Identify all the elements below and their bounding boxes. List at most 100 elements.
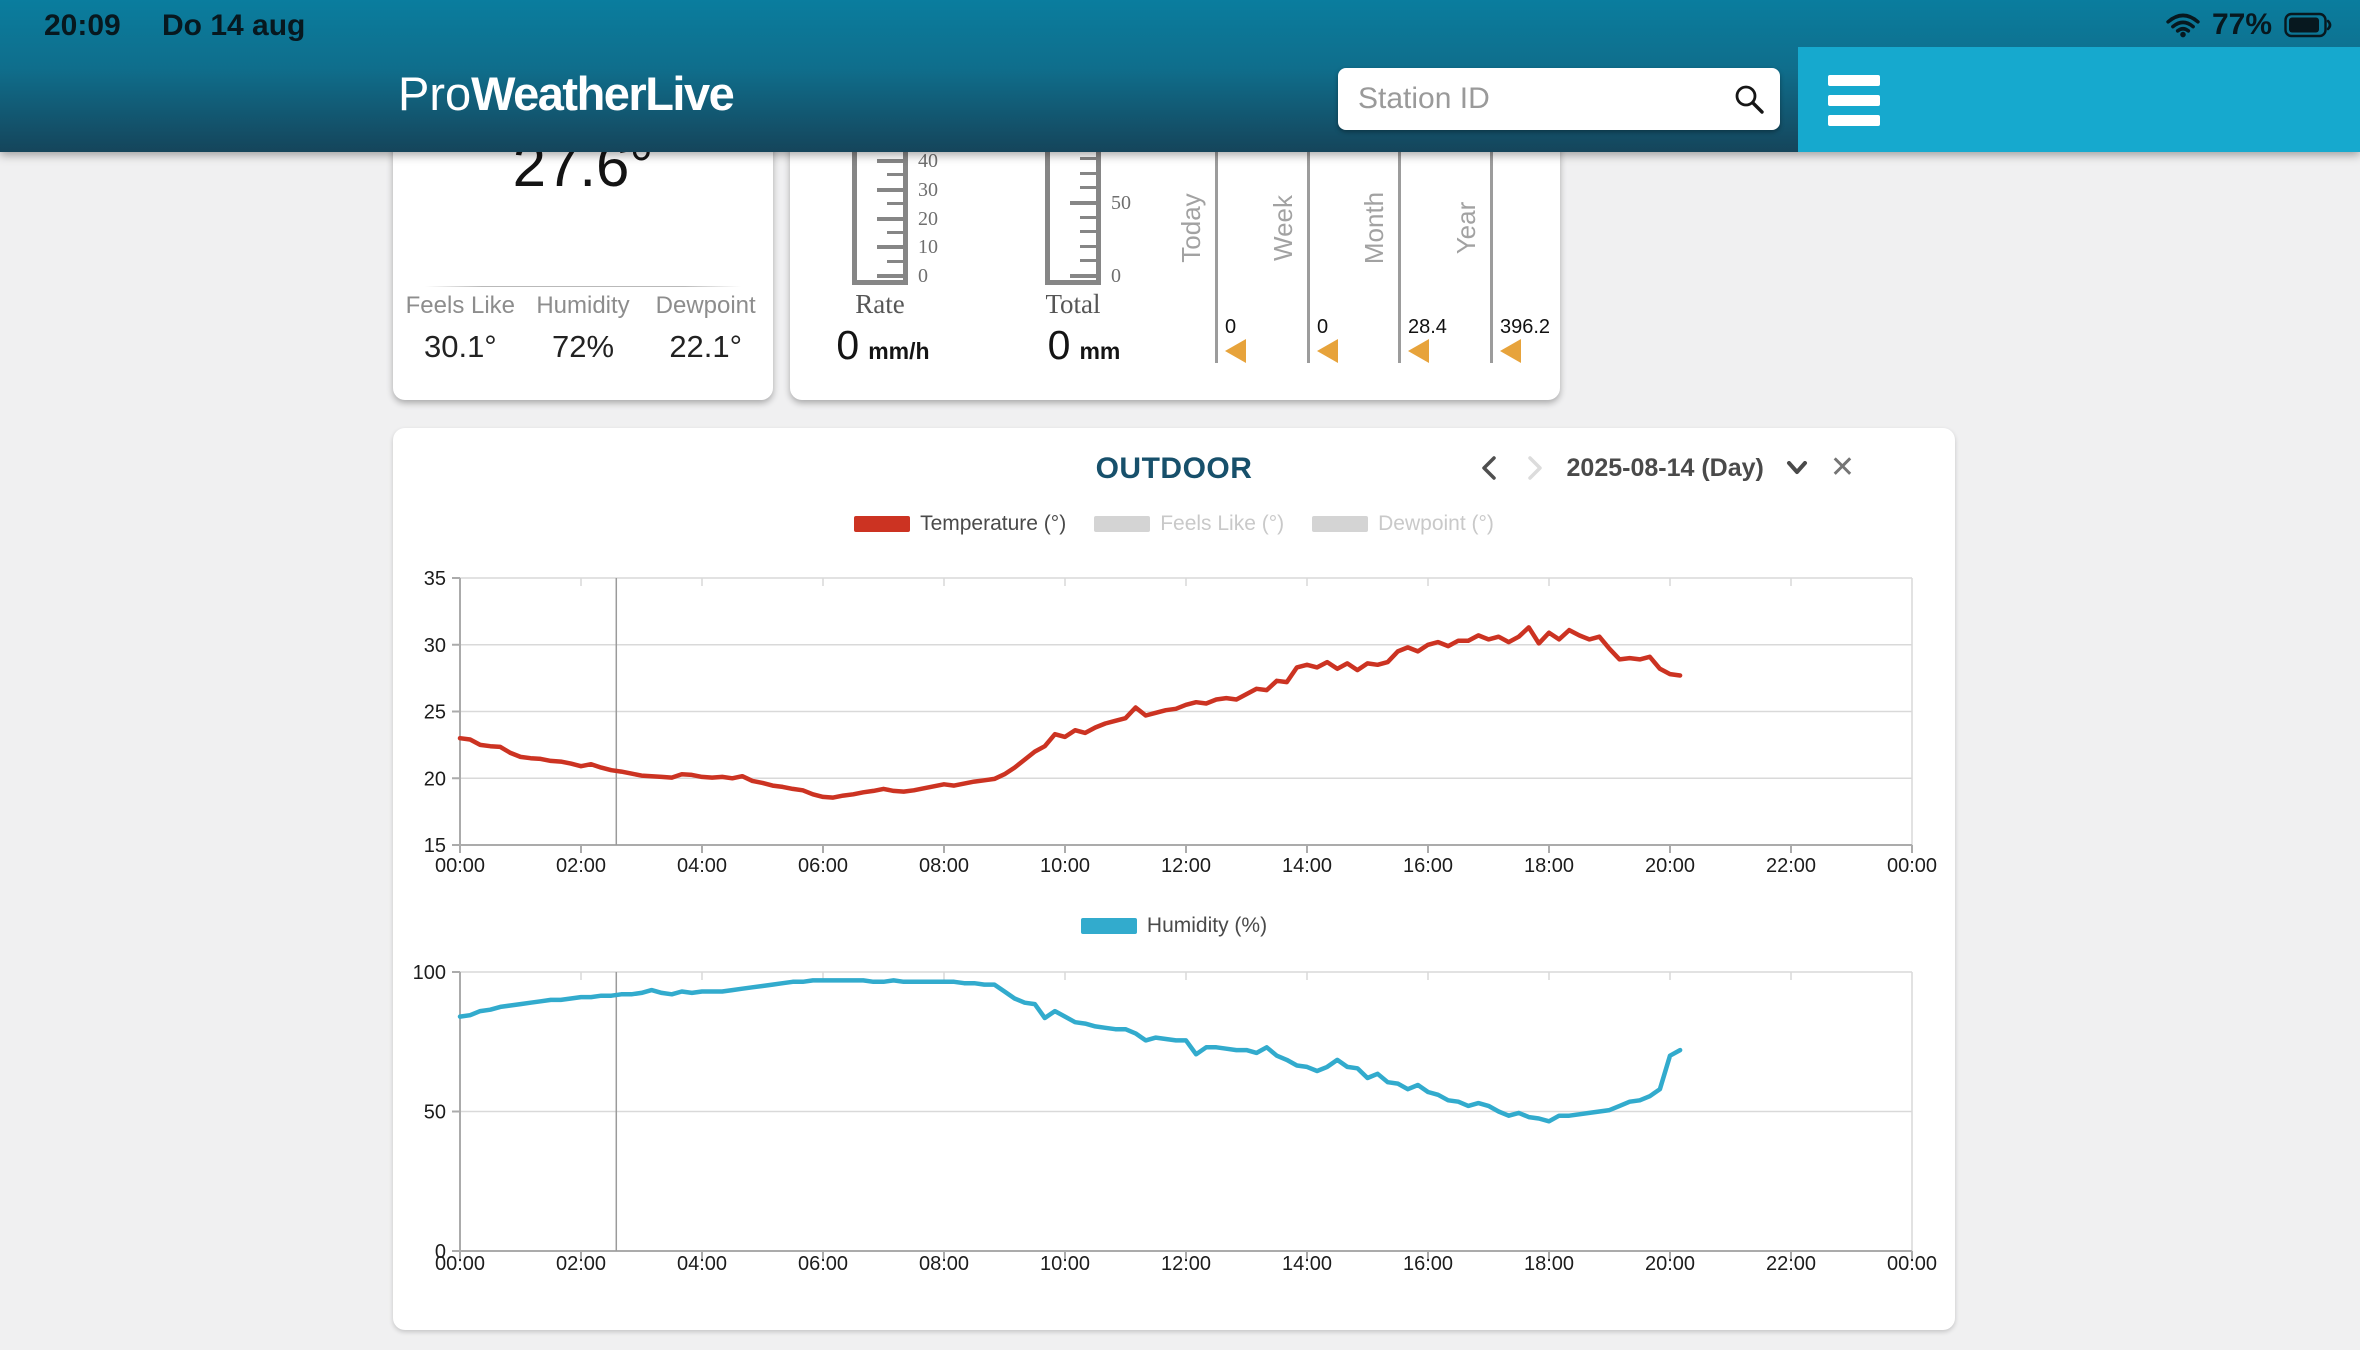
legend-label: Temperature (°) xyxy=(920,512,1066,536)
svg-text:10:00: 10:00 xyxy=(1040,1253,1090,1275)
legend-item[interactable]: Humidity (%) xyxy=(1081,914,1267,938)
menu-panel xyxy=(1798,47,2360,152)
period-value: 0 xyxy=(1225,316,1236,339)
svg-text:00:00: 00:00 xyxy=(435,855,485,877)
svg-text:00:00: 00:00 xyxy=(435,1253,485,1275)
gauge-scale-label: 20 xyxy=(918,208,938,231)
chevron-left-icon xyxy=(1479,455,1501,481)
metric-label: Humidity xyxy=(522,292,645,320)
temperature-legend: Temperature (°) Feels Like (°) Dewpoint (°… xyxy=(393,512,1955,536)
rain-total-number: 0 xyxy=(1048,322,1071,369)
status-date: Do 14 aug xyxy=(162,9,305,43)
svg-text:16:00: 16:00 xyxy=(1403,1253,1453,1275)
humidity-chart: 05010000:0002:0004:0006:0008:0010:0012:0… xyxy=(413,953,1943,1283)
station-search xyxy=(1338,68,1780,130)
metrics-row: Feels Like 30.1° Humidity 72% Dewpoint 2… xyxy=(399,292,767,365)
svg-text:20:00: 20:00 xyxy=(1645,1253,1695,1275)
status-right-cluster: 77% xyxy=(2166,8,2334,42)
prev-day-button[interactable] xyxy=(1479,455,1501,481)
logo-pro: Pro xyxy=(398,67,471,120)
status-time: 20:09 xyxy=(44,9,121,43)
rain-total-unit: mm xyxy=(1079,338,1120,365)
chevron-down-icon xyxy=(1786,461,1808,475)
svg-text:02:00: 02:00 xyxy=(556,1253,606,1275)
svg-text:06:00: 06:00 xyxy=(798,855,848,877)
svg-text:14:00: 14:00 xyxy=(1282,855,1332,877)
svg-text:16:00: 16:00 xyxy=(1403,855,1453,877)
period-label: Week xyxy=(1268,195,1299,261)
divider xyxy=(425,286,741,287)
svg-text:30: 30 xyxy=(424,635,446,657)
legend-item[interactable]: Dewpoint (°) xyxy=(1312,512,1494,536)
logo-weatherlive: WeatherLive xyxy=(471,67,733,120)
rain-rate-unit: mm/h xyxy=(868,338,929,365)
chart-date-nav: 2025-08-14 (Day) ✕ xyxy=(1479,448,1855,488)
period-label: Today xyxy=(1176,193,1207,262)
svg-text:12:00: 12:00 xyxy=(1161,1253,1211,1275)
svg-text:35: 35 xyxy=(424,568,446,590)
svg-text:100: 100 xyxy=(413,962,446,984)
svg-text:08:00: 08:00 xyxy=(919,855,969,877)
legend-swatch xyxy=(1081,918,1137,934)
svg-text:15: 15 xyxy=(424,835,446,857)
svg-text:22:00: 22:00 xyxy=(1766,855,1816,877)
svg-text:12:00: 12:00 xyxy=(1161,855,1211,877)
temperature-chart: 152025303500:0002:0004:0006:0008:0010:00… xyxy=(413,563,1943,893)
period-label: Month xyxy=(1359,192,1390,264)
gauge-scale-label: 0 xyxy=(1111,265,1121,288)
legend-item[interactable]: Temperature (°) xyxy=(854,512,1066,536)
gauge-scale-label: 0 xyxy=(918,265,928,288)
metric-value: 72% xyxy=(522,329,645,365)
humidity-legend: Humidity (%) xyxy=(393,914,1955,938)
date-dropdown-button[interactable] xyxy=(1786,461,1808,475)
close-chart-button[interactable]: ✕ xyxy=(1830,453,1855,483)
app-logo[interactable]: ProWeatherLive xyxy=(398,70,733,117)
rain-rate-label: Rate xyxy=(820,289,940,320)
svg-text:50: 50 xyxy=(424,1102,446,1124)
search-icon[interactable] xyxy=(1732,82,1766,116)
svg-text:08:00: 08:00 xyxy=(919,1253,969,1275)
svg-text:04:00: 04:00 xyxy=(677,855,727,877)
gauge-scale-label: 30 xyxy=(918,179,938,202)
legend-label: Humidity (%) xyxy=(1147,914,1267,938)
chevron-right-icon xyxy=(1523,455,1545,481)
legend-label: Dewpoint (°) xyxy=(1378,512,1494,536)
metric-humidity: Humidity 72% xyxy=(522,292,645,365)
svg-text:02:00: 02:00 xyxy=(556,855,606,877)
legend-item[interactable]: Feels Like (°) xyxy=(1094,512,1284,536)
rain-total-value: 0 mm xyxy=(999,322,1169,369)
svg-text:06:00: 06:00 xyxy=(798,1253,848,1275)
period-value: 0 xyxy=(1317,316,1328,339)
gauge-scale-label: 10 xyxy=(918,236,938,259)
svg-text:00:00: 00:00 xyxy=(1887,855,1937,877)
svg-text:22:00: 22:00 xyxy=(1766,1253,1816,1275)
next-day-button[interactable] xyxy=(1523,455,1545,481)
wifi-icon xyxy=(2166,12,2200,38)
rain-total-label: Total xyxy=(1013,289,1133,320)
metric-value: 30.1° xyxy=(399,329,522,365)
app-header: 20:09 Do 14 aug 77% ProWeatherLive xyxy=(0,0,2360,152)
gauge-scale-label: 40 xyxy=(918,150,938,173)
period-marker-icon xyxy=(1500,339,1521,363)
svg-text:18:00: 18:00 xyxy=(1524,855,1574,877)
metric-feels-like: Feels Like 30.1° xyxy=(399,292,522,365)
legend-swatch xyxy=(1094,516,1150,532)
station-id-input[interactable] xyxy=(1338,68,1780,130)
metric-value: 22.1° xyxy=(644,329,767,365)
svg-text:20:00: 20:00 xyxy=(1645,855,1695,877)
battery-icon xyxy=(2284,12,2334,38)
rain-rate-value: 0 mm/h xyxy=(798,322,968,369)
period-value: 396.2 xyxy=(1500,316,1550,339)
date-range-label[interactable]: 2025-08-14 (Day) xyxy=(1567,454,1764,483)
rain-rate-number: 0 xyxy=(836,322,859,369)
battery-percent: 77% xyxy=(2212,8,2272,42)
svg-text:25: 25 xyxy=(424,702,446,724)
legend-swatch xyxy=(1312,516,1368,532)
svg-text:04:00: 04:00 xyxy=(677,1253,727,1275)
app-screen: 27.6° Feels Like 30.1° Humidity 72% Dewp… xyxy=(0,0,2360,1350)
metric-label: Feels Like xyxy=(399,292,522,320)
metric-label: Dewpoint xyxy=(644,292,767,320)
hamburger-menu-icon[interactable] xyxy=(1828,75,1880,125)
svg-text:20: 20 xyxy=(424,768,446,790)
svg-text:14:00: 14:00 xyxy=(1282,1253,1332,1275)
